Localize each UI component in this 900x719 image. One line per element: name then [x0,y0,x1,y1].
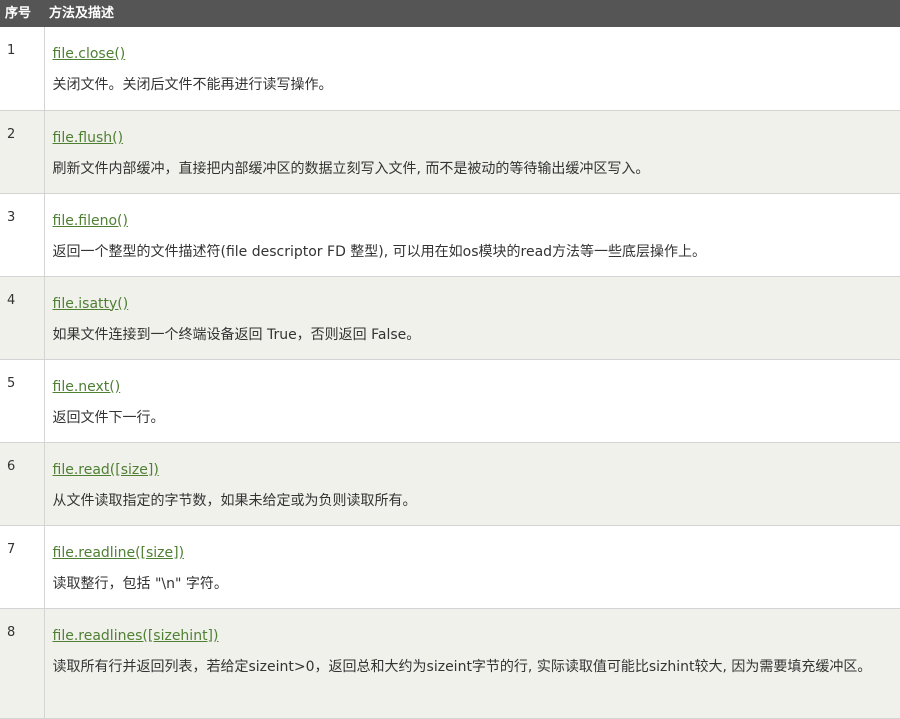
header-number: 序号 [5,6,32,21]
table-row: 6 file.read([size]) 从文件读取指定的字节数，如果未给定或为负… [0,442,900,526]
method-description: 刷新文件内部缓冲，直接把内部缓冲区的数据立刻写入文件, 而不是被动的等待输出缓冲… [52,160,650,177]
method-link-flush[interactable]: file.flush() [53,129,124,147]
method-description: 如果文件连接到一个终端设备返回 True，否则返回 False。 [52,326,421,343]
table-row: 3 file.fileno() 返回一个整型的文件描述符(file descri… [0,193,900,277]
row-number: 2 [0,110,45,194]
table-row: 2 file.flush() 刷新文件内部缓冲，直接把内部缓冲区的数据立刻写入文… [0,110,900,194]
row-content: file.flush() 刷新文件内部缓冲，直接把内部缓冲区的数据立刻写入文件,… [44,110,900,194]
header-method-description: 方法及描述 [49,6,115,21]
method-link-readlines[interactable]: file.readlines([sizehint]) [53,627,219,645]
header-row: 序号 方法及描述 [0,0,900,27]
row-number: 1 [0,27,45,111]
row-number: 3 [0,193,45,277]
row-number: 7 [0,525,45,609]
method-description: 关闭文件。关闭后文件不能再进行读写操作。 [52,77,333,93]
method-link-close[interactable]: file.close() [53,45,126,63]
method-link-fileno[interactable]: file.fileno() [53,212,128,230]
row-content: file.readline([size]) 读取整行，包括 "\n" 字符。 [44,525,900,609]
method-link-next[interactable]: file.next() [53,378,121,396]
row-content: file.readlines([sizehint]) 读取所有行并返回列表，若给… [44,608,900,719]
row-content: file.next() 返回文件下一行。 [44,359,900,443]
table-row: 8 file.readlines([sizehint]) 读取所有行并返回列表，… [0,608,900,719]
file-methods-table: 序号 方法及描述 1 file.close() 关闭文件。关闭后文件不能再进行读… [0,0,900,719]
method-description: 读取整行，包括 "\n" 字符。 [52,575,228,592]
method-link-isatty[interactable]: file.isatty() [53,295,129,313]
row-content: file.read([size]) 从文件读取指定的字节数，如果未给定或为负则读… [44,442,900,526]
row-number: 8 [0,608,45,719]
row-number: 5 [0,359,45,443]
method-description: 返回文件下一行。 [52,409,165,426]
method-description: 读取所有行并返回列表，若给定sizeint>0，返回总和大约为sizeint字节… [52,658,872,675]
table-header: 序号 方法及描述 [0,0,900,27]
method-description: 返回一个整型的文件描述符(file descriptor FD 整型), 可以用… [52,243,707,260]
table-row: 5 file.next() 返回文件下一行。 [0,359,900,443]
row-content: file.fileno() 返回一个整型的文件描述符(file descript… [44,193,900,277]
method-link-readline[interactable]: file.readline([size]) [53,544,185,562]
row-content: file.close() 关闭文件。关闭后文件不能再进行读写操作。 [44,27,900,111]
method-description: 从文件读取指定的字节数，如果未给定或为负则读取所有。 [52,492,417,509]
table-row: 1 file.close() 关闭文件。关闭后文件不能再进行读写操作。 [0,27,900,111]
table-row: 7 file.readline([size]) 读取整行，包括 "\n" 字符。 [0,525,900,609]
row-number: 6 [0,442,45,526]
row-content: file.isatty() 如果文件连接到一个终端设备返回 True，否则返回 … [44,276,900,360]
table-row: 4 file.isatty() 如果文件连接到一个终端设备返回 True，否则返… [0,276,900,360]
row-number: 4 [0,276,45,360]
table-body: 1 file.close() 关闭文件。关闭后文件不能再进行读写操作。 2 fi… [0,27,900,719]
method-link-read[interactable]: file.read([size]) [53,461,159,479]
